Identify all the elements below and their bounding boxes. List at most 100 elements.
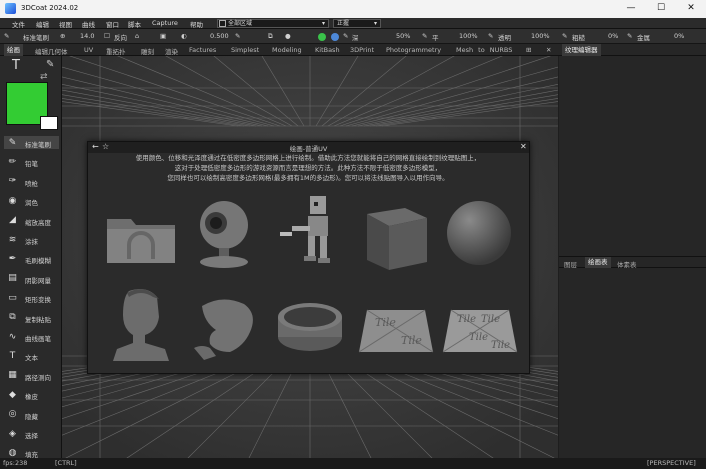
sample-head-thumbnail[interactable] <box>101 283 181 363</box>
fps-counter: fps:238 <box>3 459 28 467</box>
size-value[interactable]: 14.0 <box>80 32 94 40</box>
tool-text[interactable]: T 文本 <box>4 349 59 363</box>
menu-help[interactable]: 帮助 <box>190 19 203 29</box>
dialog-header: ← ☆ 绘画-普通UV ✕ <box>88 142 529 153</box>
menu-window[interactable]: 窗口 <box>106 19 119 29</box>
tool-select[interactable]: ◈ 选择 <box>4 427 59 441</box>
tool-label: 复制粘贴 <box>25 315 51 324</box>
menu-view[interactable]: 视图 <box>59 19 72 29</box>
menu-curves[interactable]: 曲线 <box>82 19 95 29</box>
tool-scale[interactable]: ◢ 缩放高度 <box>4 214 59 227</box>
sample-sphere-thumbnail[interactable] <box>439 195 519 275</box>
pen-tool-icon[interactable]: ✎ <box>46 59 54 70</box>
tab-mesh-to-nurbs[interactable]: Mesh to NURBS <box>456 46 512 54</box>
falloff-value[interactable]: 0.500 <box>210 32 229 40</box>
smooth-value[interactable]: 100% <box>459 32 478 40</box>
dialog-close-icon[interactable]: ✕ <box>520 142 527 151</box>
menu-file[interactable]: 文件 <box>12 19 25 29</box>
tab-retopo[interactable]: 重拓扑 <box>106 46 126 56</box>
menu-script[interactable]: 脚本 <box>128 19 141 29</box>
tab-edit-geometry[interactable]: 编辑几何体 <box>35 46 68 56</box>
text-tool-icon[interactable]: T <box>12 58 20 73</box>
sample-ring-thumbnail[interactable] <box>270 287 350 367</box>
tool-hatch[interactable]: ▤ 阴影网量 <box>4 272 59 285</box>
sample-tile-plane-1-thumbnail[interactable]: Tile Tile <box>355 292 435 372</box>
sample-cube-thumbnail[interactable] <box>355 194 435 274</box>
mode-dropdown[interactable]: 正握 ▾ <box>333 19 381 28</box>
tab-photogrammetry[interactable]: Photogrammetry <box>386 46 441 54</box>
rect-icon: ▭ <box>8 292 17 303</box>
fill-icon: ◉ <box>8 195 17 206</box>
tab-kitbash[interactable]: KitBash <box>315 46 340 54</box>
tool-label: 矩形变换 <box>25 296 51 305</box>
tab-modeling[interactable]: Modeling <box>272 46 302 54</box>
tool-eraser[interactable]: ◆ 橡皮 <box>4 388 59 402</box>
dialog-description-line-3: 您同样也可以绘制高密度多边形网格(最多拥有1M的多边形)。您可以将法线贴图导入以… <box>167 174 449 182</box>
tab-simplest[interactable]: Simplest <box>231 46 259 54</box>
text-icon: T <box>9 350 16 361</box>
metal-value[interactable]: 0% <box>674 32 684 40</box>
swap-colors-icon[interactable]: ⇄ <box>40 72 48 82</box>
tool-label: 橡皮 <box>25 393 38 402</box>
region-dropdown[interactable]: 全部区域 ▾ <box>217 19 329 28</box>
close-button[interactable]: ✕ <box>676 0 706 18</box>
sample-folder-thumbnail[interactable] <box>101 199 181 279</box>
add-tab-icon[interactable]: ⊞ <box>526 46 531 54</box>
opacity-value[interactable]: 100% <box>531 32 550 40</box>
maximize-button[interactable]: ☐ <box>646 0 676 18</box>
tool-rect[interactable]: ▭ 矩形变换 <box>4 291 59 305</box>
chevron-down-icon: ▾ <box>321 20 325 27</box>
invert-checkbox[interactable]: ☐ <box>104 32 110 40</box>
tool-pencil[interactable]: ✏ 铅笔 <box>4 155 59 169</box>
brush-icon: ✎ <box>8 137 17 148</box>
tool-label: 文本 <box>25 354 38 363</box>
rough-value[interactable]: 0% <box>608 32 618 40</box>
sample-hand-thumbnail[interactable] <box>186 290 266 370</box>
tab-voxel-tree[interactable]: 体素表 <box>617 259 637 269</box>
tool-brush[interactable]: ✎ 标准笔刷 <box>4 136 59 149</box>
tab-paint-tree[interactable]: 绘画表 <box>585 257 611 268</box>
tab-3dprint[interactable]: 3DPrint <box>350 46 374 54</box>
mode-dropdown-value: 正握 <box>337 20 350 27</box>
tool-label: 标准笔刷 <box>25 141 51 149</box>
menu-capture[interactable]: Capture <box>152 19 178 27</box>
tool-clone[interactable]: ✒ 毛刷模糊 <box>4 252 59 266</box>
paint-uv-dialog: ← ☆ 绘画-普通UV ✕ 使用颜色、位移和光泽度通过在低密度多边形网格上进行绘… <box>87 141 530 374</box>
minimize-button[interactable]: — <box>616 0 646 18</box>
close-tab-icon[interactable]: ✕ <box>546 46 551 54</box>
pen-smooth-icon: ✎ <box>422 32 428 40</box>
tool-smear[interactable]: ≋ 涂抹 <box>4 233 59 247</box>
brush-name[interactable]: 标准笔刷 <box>23 32 49 42</box>
tool-airbrush[interactable]: ✑ 喷枪 <box>4 175 59 188</box>
app-logo-icon <box>5 3 16 14</box>
tile-text-2: Tile <box>401 334 422 347</box>
pen-opacity-icon: ✎ <box>488 32 494 40</box>
specular-swatch-icon[interactable] <box>331 33 339 41</box>
tab-sculpt[interactable]: 雕刻 <box>141 46 154 56</box>
tab-layers[interactable]: 图层 <box>564 259 577 269</box>
tool-fill[interactable]: ◉ 润色 <box>4 194 59 208</box>
sample-tile-plane-2-thumbnail[interactable]: Tile Tile Tile Tile <box>439 292 519 372</box>
depth-value[interactable]: 50% <box>396 32 410 40</box>
title-bar: 3DCoat 2024.02 — ☐ ✕ <box>0 0 706 18</box>
tool-label: 润色 <box>25 199 38 208</box>
tab-factures[interactable]: Factures <box>189 46 216 54</box>
tool-hide[interactable]: ◎ 隐藏 <box>4 408 59 421</box>
tab-uv[interactable]: UV <box>84 46 93 54</box>
copy-icon: ⧉ <box>9 312 16 323</box>
tile-text-6: Tile <box>491 340 510 351</box>
modifier-key-indicator: [CTRL] <box>55 459 77 467</box>
menu-edit[interactable]: 编辑 <box>36 19 49 29</box>
tool-copy[interactable]: ⧉ 复制粘贴 <box>4 311 59 324</box>
status-bar: fps:238 [CTRL] [PERSPECTIVE] <box>0 458 706 469</box>
tab-paint[interactable]: 绘画 <box>4 44 23 56</box>
rough-label: 粗糙 <box>572 34 585 42</box>
tool-spline[interactable]: ∿ 曲线画笔 <box>4 330 59 344</box>
tool-path[interactable]: ▦ 路径测向 <box>4 369 59 382</box>
tab-texture-editor[interactable]: 纹理编辑器 <box>562 44 601 56</box>
tab-render[interactable]: 渲染 <box>165 46 178 56</box>
secondary-color-swatch[interactable] <box>40 116 58 130</box>
sample-robot-thumbnail[interactable] <box>270 192 350 272</box>
color-swatch-icon[interactable] <box>318 33 326 41</box>
sample-webcam-thumbnail[interactable] <box>186 195 266 275</box>
